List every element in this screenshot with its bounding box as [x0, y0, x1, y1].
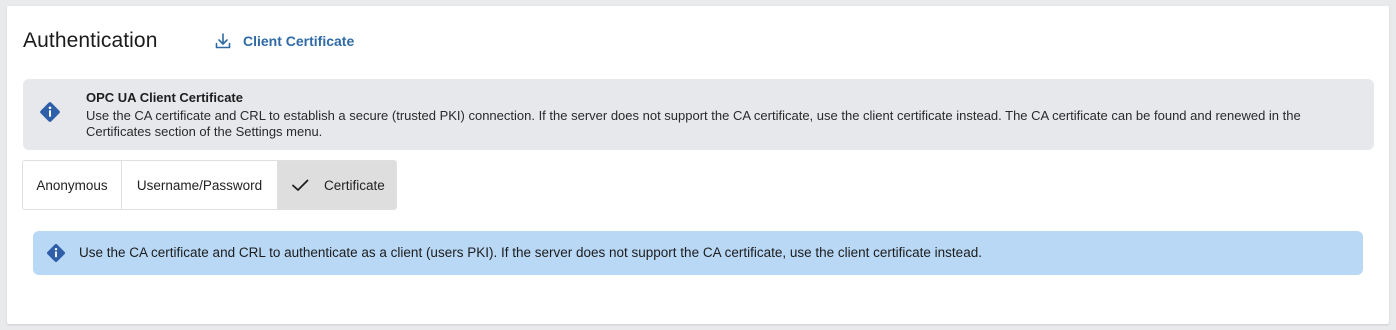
info-icon — [47, 244, 65, 262]
info-body: Use the CA certificate and CRL to establ… — [86, 108, 1301, 139]
download-icon — [215, 33, 231, 49]
notice-text: Use the CA certificate and CRL to authen… — [79, 245, 982, 260]
auth-option-label: Anonymous — [36, 177, 108, 193]
section-title: Authentication — [23, 29, 158, 52]
auth-option-label: Certificate — [324, 177, 385, 193]
auth-option-anonymous[interactable]: Anonymous — [23, 161, 121, 209]
info-heading: OPC UA Client Certificate — [86, 90, 243, 105]
auth-mode-selector: Anonymous Username/Password Certificate — [22, 160, 397, 210]
auth-option-label: Username/Password — [136, 177, 263, 193]
client-certificate-label: Client Certificate — [243, 33, 355, 49]
info-icon — [40, 102, 60, 122]
auth-option-username-password[interactable]: Username/Password — [121, 161, 277, 209]
authentication-card: Authentication Client Certificate OPC UA… — [7, 6, 1389, 324]
auth-option-certificate[interactable]: Certificate — [277, 161, 396, 209]
opc-ua-info-panel: OPC UA Client Certificate Use the CA cer… — [23, 79, 1374, 150]
certificate-notice: Use the CA certificate and CRL to authen… — [33, 231, 1363, 275]
client-certificate-download-button[interactable]: Client Certificate — [214, 32, 354, 50]
check-icon — [292, 179, 309, 191]
